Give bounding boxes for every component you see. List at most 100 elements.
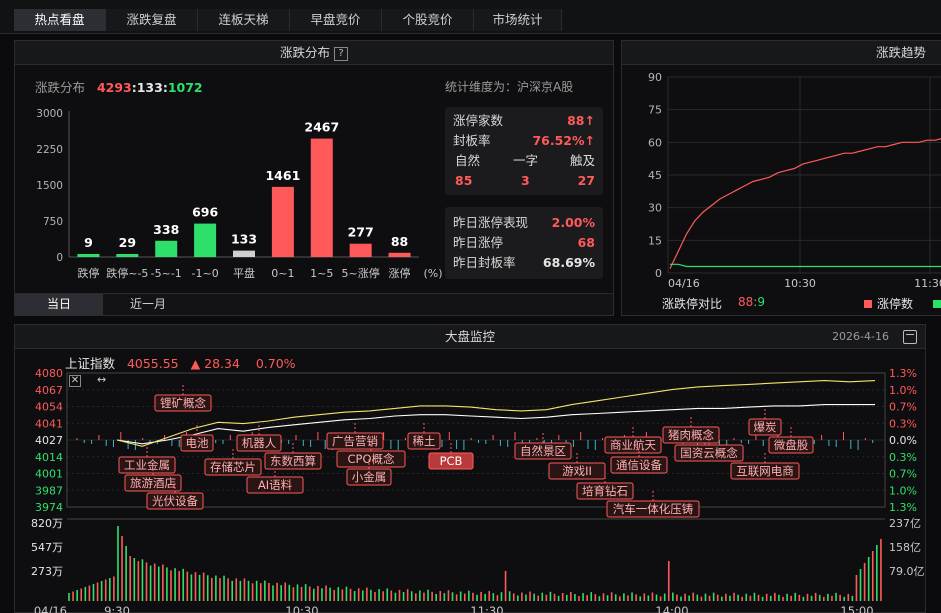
tab-hot-watch[interactable]: 热点看盘 [14,9,106,31]
monitor-date: 2026-4-16 [832,330,889,343]
trend-y-tick-label: 45 [648,169,662,182]
amount-tick-label: 158亿 [889,541,921,554]
legend-down-swatch [933,300,941,308]
subtab-month[interactable]: 近一月 [103,294,193,315]
volume-tick-label: 820万 [31,517,63,530]
event-tag-label: 自然景区 [520,444,566,458]
price-tick-label: 4001 [35,468,63,481]
bar-value-label: 277 [348,225,374,240]
pct-tick-label: 1.0% [889,484,917,497]
natural-value: 85 [455,173,473,188]
expand-icon[interactable]: ↔ [97,373,106,386]
trend-x-tick-label: 04/16 [668,277,700,290]
yest-seal-label: 昨日封板率 [453,255,516,270]
event-tag-label: 汽车一体化压铸 [613,502,694,516]
monitor-panel: 大盘监控 2026-4-16 上证指数 4055.55 ▲ 28.34 0.70… [14,324,926,613]
distribution-bar [233,250,255,257]
breakdown-values: 85 3 27 [453,171,595,191]
event-tag-label: 通信设备 [616,458,662,472]
event-tag-label: 存储芯片 [210,460,256,474]
bar-value-label: 1461 [265,168,300,183]
yesterday-stats: 昨日涨停表现 2.00% 昨日涨停 68 昨日封板率 68.69% [445,207,603,279]
pct-tick-label: 0.3% [889,451,917,464]
distribution-title: 涨跌分布 [279,45,330,60]
touch-label: 触及 [569,153,595,168]
event-tag-label: 微盘股 [774,438,809,452]
app-root: 热点看盘 涨跌复盘 连板天梯 早盘竞价 个股竞价 市场统计 涨跌分布? 涨跌分布… [0,0,941,613]
close-icon[interactable]: ✕ [69,375,81,387]
trend-title: 涨跌趋势 [875,45,926,60]
bar-value-label: 696 [192,205,218,220]
bar-value-label: 2467 [304,120,339,135]
event-tag-label: 小金属 [352,470,387,484]
x-tick-label: 跌停 [77,266,99,280]
x-tick-label: 5~涨停 [342,266,380,280]
distribution-subtabs: 当日 近一月 [15,293,613,315]
amount-tick-label: 79.0亿 [889,565,925,578]
event-tag-label: 电池 [186,436,209,450]
event-tag-label: 工业金属 [124,458,170,472]
event-tag-label: 猪肉概念 [668,428,714,442]
monitor-x-tick-label: 9:30 [104,604,130,613]
help-icon[interactable]: ? [334,47,348,61]
bar-value-label: 133 [231,232,257,247]
distribution-bar [271,186,294,257]
x-tick-label: 0~1 [271,267,294,280]
trend-y-tick-label: 15 [648,234,662,247]
one-word-value: 3 [521,173,530,188]
trend-ratio: 88:9 [738,295,765,309]
subtab-today[interactable]: 当日 [15,294,103,315]
pct-tick-label: 1.3% [889,501,917,514]
tab-market-stats[interactable]: 市场统计 [474,9,562,31]
yest-perf-row: 昨日涨停表现 2.00% [453,213,595,233]
seal-rate-row: 封板率 76.52%↑ [453,131,595,151]
price-tick-label: 4054 [35,401,63,414]
tab-early-auction[interactable]: 早盘竞价 [290,9,382,31]
distribution-bar-chart: 0 750 1500 2250 3000 9 跌停 29 跌停~-5 338 -5~-1 696 -1~… [36,108,442,280]
trend-panel: 涨跌趋势 015304560759004/1610:3011:30 涨跌停对比 … [621,40,941,316]
event-tag-label: 锂矿概念 [160,396,206,410]
up-count: 4293 [96,80,132,95]
legend-up-label: 涨停数 [877,297,914,311]
flat-count: 133 [136,80,163,95]
pct-tick-label: 1.3% [889,369,917,380]
yest-seal-row: 昨日封板率 68.69% [453,253,595,273]
event-tag-label: PCB [440,454,463,468]
trend-x-tick-label: 10:30 [784,277,816,290]
pct-tick-label: 0.0% [889,434,917,447]
event-tag-label: CPO概念 [347,452,395,466]
trend-x-tick-label: 11:30 [914,277,941,290]
x-tick-label: 1~5 [310,267,333,280]
bar-value-label: 29 [119,235,136,250]
event-tag-label: AI语料 [258,478,293,492]
tab-review[interactable]: 涨跌复盘 [106,9,198,31]
y-tick-label: 2250 [36,144,63,156]
down-count: 1072 [167,80,203,95]
amount-tick-label: 237亿 [889,517,921,530]
event-tag-label: 东数西算 [270,454,316,468]
price-tick-label: 4080 [35,369,63,380]
pct-tick-label: 1.0% [889,384,917,397]
natural-label: 自然 [455,153,481,168]
yest-limit-label: 昨日涨停 [453,235,504,250]
seal-rate: 76.52% [532,133,585,148]
monitor-title-bar: 大盘监控 2026-4-16 [15,325,925,349]
pct-tick-label: 0.7% [889,468,917,481]
trend-line-chart: 0 15 30 45 60 75 90 04/16 10:30 11:30 [648,71,941,290]
yest-limit-value: 68 [577,235,595,250]
distribution-bar [388,252,411,257]
distribution-title-bar: 涨跌分布? [15,41,613,65]
trend-y-tick-label: 0 [655,267,662,280]
tab-ladder[interactable]: 连板天梯 [198,9,290,31]
legend-up-swatch [864,300,872,308]
calendar-icon[interactable] [903,330,917,344]
volume-tick-label: 547万 [31,541,63,554]
ratio-label: 涨跌分布 [35,80,86,95]
y-tick-label: 750 [43,216,63,228]
x-tick-label: -1~0 [192,267,219,280]
event-tag-label: 商业航天 [610,438,656,452]
breakdown-labels: 自然 一字 触及 [453,151,595,171]
touch-value: 27 [577,173,595,188]
distribution-ratio: 涨跌分布 4293:133:1072 [35,77,203,96]
tab-stock-auction[interactable]: 个股竞价 [382,9,474,31]
